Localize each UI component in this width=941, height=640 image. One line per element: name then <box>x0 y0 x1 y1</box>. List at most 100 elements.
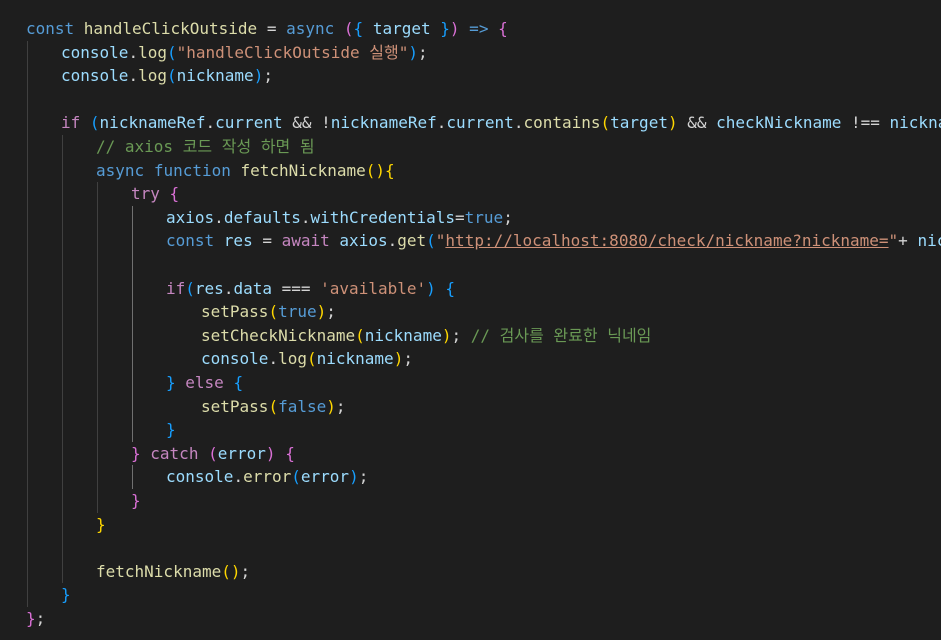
code-token: + <box>898 231 918 251</box>
code-line[interactable]: if (nicknameRef.current && !nicknameRef.… <box>61 111 941 135</box>
code-token: try <box>131 184 160 204</box>
code-token: ( <box>291 467 301 487</box>
code-token: ; <box>240 561 251 581</box>
code-token: ; <box>403 349 413 369</box>
code-token: ( <box>343 19 354 38</box>
code-line[interactable]: setPass(false); <box>201 395 346 419</box>
code-line[interactable]: console.log(nickname); <box>201 347 413 371</box>
code-token: target <box>372 19 431 38</box>
code-line[interactable]: }; <box>26 607 45 631</box>
code-token: async <box>286 19 335 38</box>
code-line[interactable]: setCheckNickname(nickname); // 검사를 완료한 닉… <box>201 324 651 348</box>
code-token: console <box>61 42 129 62</box>
code-token: if <box>166 278 186 298</box>
code-token: function <box>153 160 231 180</box>
code-token: } <box>440 19 450 38</box>
code-line[interactable]: fetchNickname(); <box>96 560 250 584</box>
code-token: ; <box>451 325 471 345</box>
code-token: . <box>128 66 139 86</box>
code-token: current <box>446 113 514 133</box>
code-line[interactable]: } catch (error) { <box>131 442 295 466</box>
code-token: target <box>610 113 668 133</box>
code-token: { <box>169 184 180 204</box>
url-link[interactable]: http://localhost:8080/check/nickname?nic… <box>445 231 888 250</box>
code-line[interactable]: } <box>131 489 141 513</box>
code-token: } <box>26 609 36 628</box>
code-token: ; <box>335 396 346 416</box>
code-token: ( <box>268 302 279 322</box>
code-token: { <box>445 278 456 298</box>
code-token: ) <box>426 278 436 298</box>
code-token: ; <box>358 467 369 487</box>
code-token: nickname <box>364 325 442 345</box>
code-line[interactable]: try { <box>131 182 179 206</box>
code-token: async <box>96 160 145 180</box>
code-token: { <box>385 160 395 180</box>
code-token: ; <box>326 302 336 322</box>
code-token: ) <box>408 42 418 62</box>
code-token: ; <box>418 42 428 62</box>
code-token: await <box>281 231 330 251</box>
code-token: ( <box>306 349 317 369</box>
code-token: checkNickname <box>716 113 842 133</box>
code-token: log <box>138 66 167 86</box>
code-token: = <box>455 207 465 227</box>
code-line[interactable]: console.log("handleClickOutside 실행"); <box>61 41 428 65</box>
code-line[interactable]: // axios 코드 작성 하면 됨 <box>96 135 315 159</box>
code-token: false <box>278 396 327 416</box>
code-token: . <box>268 349 279 369</box>
code-line[interactable]: } <box>96 513 106 537</box>
indent-guide <box>62 135 63 584</box>
code-line[interactable]: } <box>166 418 176 442</box>
code-line[interactable]: console.error(error); <box>166 465 368 489</box>
code-token: ( <box>89 113 100 133</box>
code-token: if <box>61 113 81 133</box>
code-line[interactable]: } <box>61 583 71 607</box>
code-token: nickname <box>316 349 394 369</box>
code-line[interactable]: setPass(true); <box>201 300 336 324</box>
code-token: } <box>131 491 141 510</box>
code-token: nicknameRef <box>99 113 206 133</box>
code-line[interactable]: if(res.data === 'available') { <box>166 277 455 301</box>
code-token: } <box>61 585 71 605</box>
code-token: ) <box>326 396 336 416</box>
code-token: } <box>96 514 106 534</box>
code-token: !== <box>841 113 890 133</box>
code-token: . <box>223 278 234 298</box>
code-token: 'available' <box>320 278 427 298</box>
code-token: . <box>436 113 447 133</box>
code-line[interactable]: axios.defaults.withCredentials=true; <box>166 206 513 230</box>
code-token: // 검사를 완료한 닉네임 <box>470 325 652 345</box>
code-token: console <box>166 467 234 487</box>
code-token: true <box>464 207 504 227</box>
code-token: get <box>397 231 427 251</box>
code-token: defaults <box>223 207 301 227</box>
code-line[interactable]: const handleClickOutside = async ({ targ… <box>26 17 508 41</box>
code-line[interactable]: console.log(nickname); <box>61 64 273 88</box>
code-editor[interactable]: const handleClickOutside = async ({ targ… <box>0 0 941 640</box>
code-token: contains <box>523 113 601 133</box>
code-token: " <box>888 231 899 251</box>
code-token: === <box>271 278 321 298</box>
code-line[interactable]: const res = await axios.get("http://loca… <box>166 229 941 253</box>
code-token: error <box>243 467 292 487</box>
code-token: else <box>185 373 224 392</box>
code-token: ) <box>667 113 678 133</box>
code-token: " <box>435 231 446 251</box>
code-token: ( <box>600 113 611 133</box>
code-token: && <box>677 113 717 133</box>
code-token: current <box>215 113 283 133</box>
code-token: nickname <box>176 66 254 86</box>
code-line[interactable]: async function fetchNickname(){ <box>96 159 395 183</box>
code-token: && ! <box>282 113 331 133</box>
code-line[interactable]: } else { <box>166 371 243 395</box>
code-token: ; <box>35 609 46 628</box>
code-token: nickname <box>917 231 941 251</box>
